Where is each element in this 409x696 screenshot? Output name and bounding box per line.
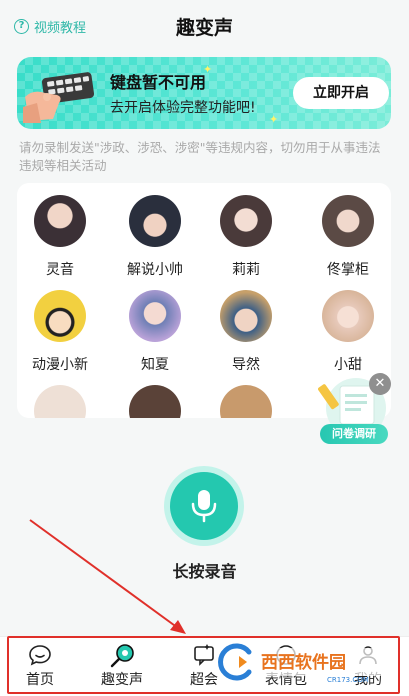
annotation-arrow-icon bbox=[29, 519, 186, 634]
annotation-highlight-box bbox=[7, 636, 400, 694]
